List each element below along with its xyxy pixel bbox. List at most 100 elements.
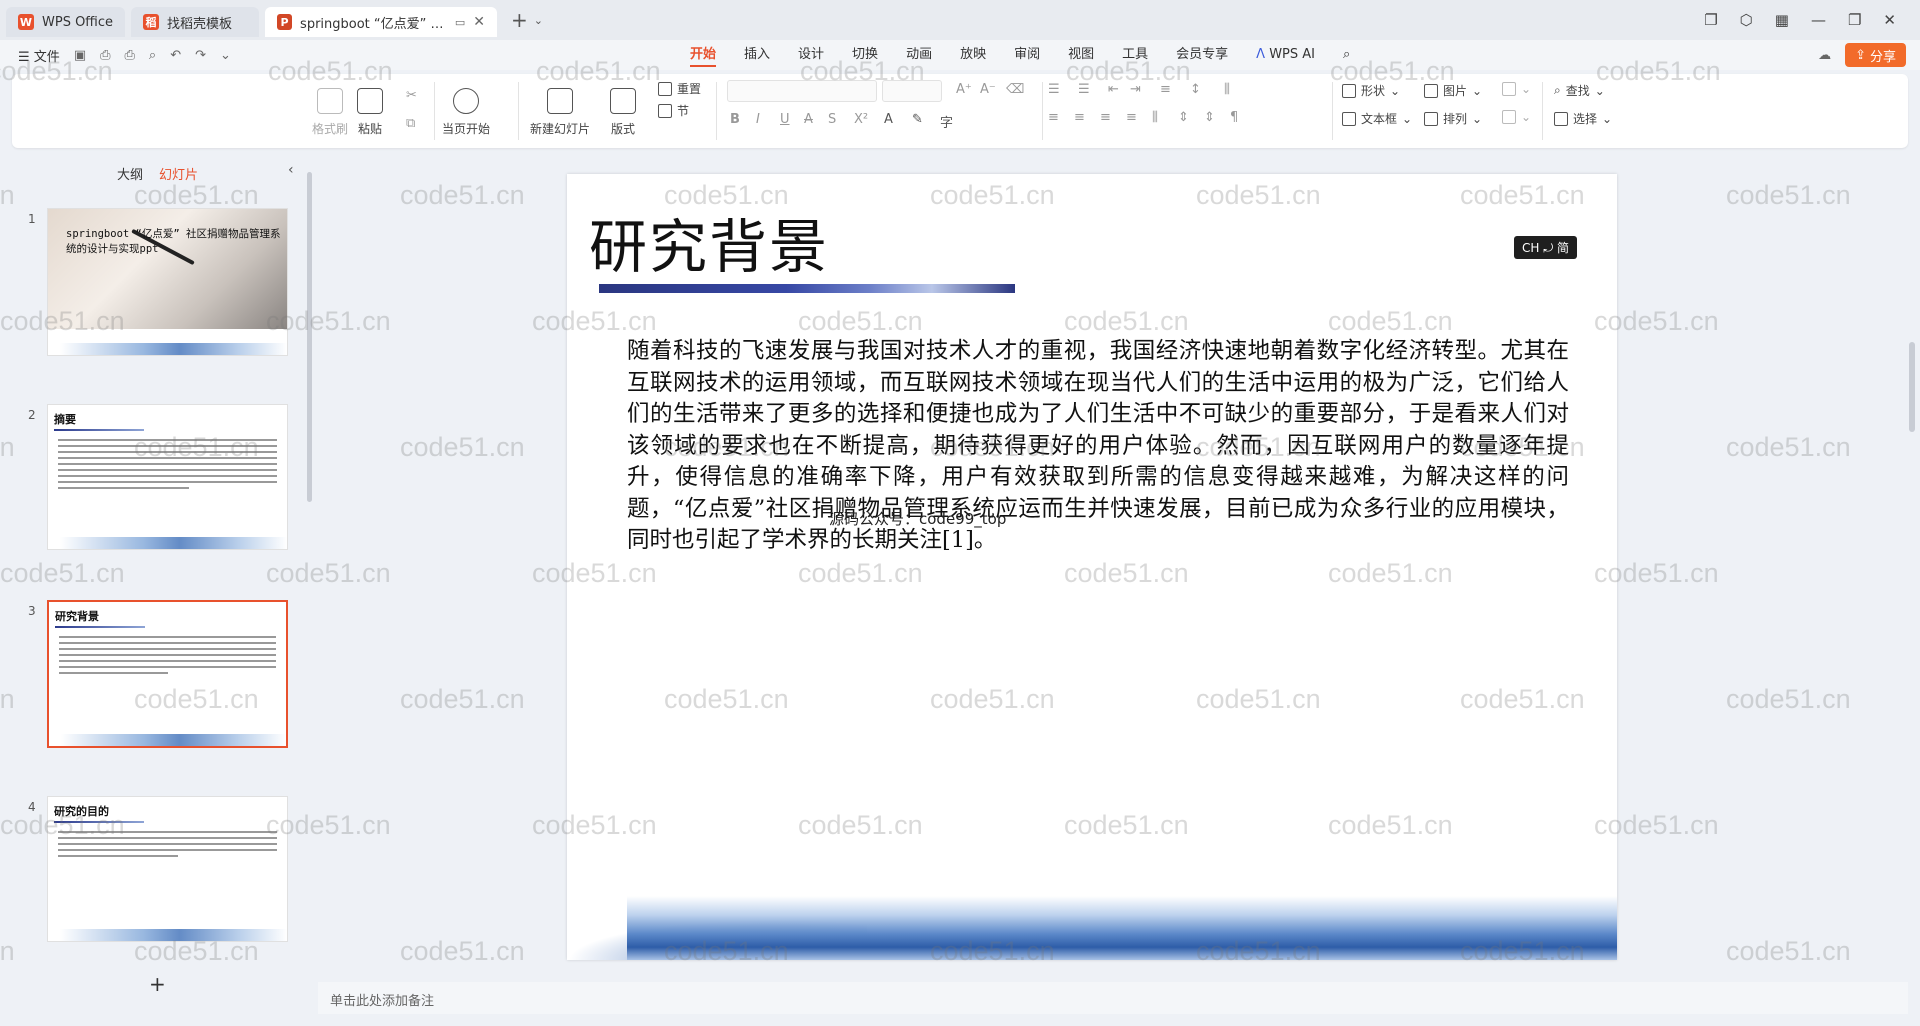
shadow-icon[interactable]: S bbox=[828, 112, 836, 127]
wps-ai-button[interactable]: Λ WPS AI bbox=[1242, 40, 1329, 70]
slide-title[interactable]: 研究背景 bbox=[589, 200, 829, 284]
chevron-down-icon[interactable]: ⌄ bbox=[220, 48, 231, 63]
shrink-font-icon[interactable]: A⁻ bbox=[980, 82, 996, 97]
slide-thumbnail-3[interactable]: 研究背景 bbox=[47, 600, 288, 748]
tab-view[interactable]: 视图 bbox=[1054, 40, 1108, 70]
close-window-icon[interactable]: ✕ bbox=[1883, 11, 1896, 29]
tab-membership[interactable]: 会员专享 bbox=[1162, 40, 1242, 70]
minimize-icon[interactable]: — bbox=[1811, 11, 1826, 29]
tab-insert[interactable]: 插入 bbox=[730, 40, 784, 70]
numbering-icon[interactable]: ☰ bbox=[1078, 82, 1090, 97]
shape-button[interactable]: 形状 ⌄ bbox=[1342, 82, 1400, 99]
avatar[interactable]: ▦ bbox=[1775, 11, 1789, 29]
decrease-indent-icon[interactable]: ⇤ bbox=[1108, 82, 1119, 97]
arrange-button[interactable]: 排列 ⌄ bbox=[1424, 110, 1482, 127]
window-icon[interactable]: ▭ bbox=[455, 16, 465, 29]
align-center-icon[interactable]: ≡ bbox=[1074, 110, 1085, 125]
chevron-down-icon[interactable]: ⌄ bbox=[534, 14, 543, 27]
chevron-left-icon[interactable]: ‹ bbox=[288, 162, 294, 178]
paragraph-icon[interactable]: ¶ bbox=[1230, 110, 1238, 125]
search-icon[interactable]: ⌕ bbox=[1329, 40, 1364, 70]
thumbnails-scrollbar[interactable] bbox=[307, 172, 312, 502]
file-menu[interactable]: ☰ 文件 bbox=[18, 46, 60, 65]
paragraph-spacing-icon[interactable]: ⇕ bbox=[1204, 110, 1215, 125]
vertical-scrollbar[interactable] bbox=[1908, 152, 1916, 980]
redo-icon[interactable]: ↷ bbox=[195, 48, 206, 63]
new-slide-button[interactable]: 新建幻灯片 bbox=[530, 88, 590, 137]
notes-field[interactable]: 单击此处添加备注 bbox=[318, 982, 1908, 1014]
tab-slideshow[interactable]: 放映 bbox=[946, 40, 1000, 70]
reset-label: 重置 bbox=[677, 82, 702, 96]
bullets-icon[interactable]: ☰ bbox=[1048, 82, 1060, 97]
clear-format-icon[interactable]: ⌫ bbox=[1006, 82, 1024, 97]
textbox-icon bbox=[1342, 111, 1356, 126]
close-icon[interactable]: ✕ bbox=[473, 14, 485, 30]
play-current-button[interactable]: 当页开始 bbox=[442, 88, 490, 137]
align-right-icon[interactable]: ≡ bbox=[1100, 110, 1111, 125]
restore-icon[interactable]: ❐ bbox=[1848, 11, 1861, 29]
layout-icon[interactable]: ❐ bbox=[1704, 11, 1717, 29]
distribute-icon[interactable]: ⫼ bbox=[1152, 110, 1158, 125]
font-family-select[interactable] bbox=[727, 80, 877, 102]
export-icon[interactable]: ⎙ bbox=[100, 48, 110, 63]
new-tab-button[interactable]: + bbox=[511, 8, 528, 32]
save-icon[interactable]: ▣ bbox=[74, 48, 86, 63]
strikethrough-icon[interactable]: A bbox=[804, 112, 813, 127]
title-underline-decoration bbox=[599, 284, 1015, 293]
tab-design[interactable]: 设计 bbox=[784, 40, 838, 70]
font-color-icon[interactable]: A bbox=[884, 112, 893, 127]
print-preview-icon[interactable]: ⌕ bbox=[149, 48, 156, 63]
bold-icon[interactable]: B bbox=[730, 112, 740, 127]
justify-icon[interactable]: ≡ bbox=[1126, 110, 1137, 125]
add-slide-button[interactable]: + bbox=[149, 972, 166, 996]
font-size-select[interactable] bbox=[882, 80, 942, 102]
copy-icon[interactable]: ⧉ bbox=[406, 116, 415, 131]
tab-animation[interactable]: 动画 bbox=[892, 40, 946, 70]
select-button[interactable]: 选择 ⌄ bbox=[1554, 110, 1612, 127]
cut-icon[interactable]: ✂ bbox=[406, 88, 417, 103]
layout-button[interactable]: 版式 bbox=[610, 88, 636, 137]
text-direction-icon[interactable]: ≡ bbox=[1160, 82, 1171, 97]
slide-thumbnail-4[interactable]: 研究的目的 bbox=[47, 796, 288, 942]
outline-button[interactable]: ⌄ bbox=[1502, 110, 1531, 124]
tab-transition[interactable]: 切换 bbox=[838, 40, 892, 70]
fill-button[interactable]: ⌄ bbox=[1502, 82, 1531, 96]
section-button[interactable]: 节 bbox=[658, 102, 689, 119]
columns-icon[interactable]: ⫼ bbox=[1224, 82, 1230, 97]
underline-icon[interactable]: U bbox=[780, 112, 790, 127]
share-button[interactable]: ⇪ 分享 bbox=[1845, 43, 1906, 67]
tab-wps-office[interactable]: W WPS Office bbox=[6, 7, 126, 37]
increase-indent-icon[interactable]: ⇥ bbox=[1130, 82, 1141, 97]
slide-body-text[interactable]: 随着科技的飞速发展与我国对技术人才的重视，我国经济快速地朝着数字化经济转型。尤其… bbox=[627, 336, 1569, 557]
italic-icon[interactable]: I bbox=[756, 112, 760, 127]
textbox-button[interactable]: 文本框 ⌄ bbox=[1342, 110, 1412, 127]
undo-icon[interactable]: ↶ bbox=[170, 48, 181, 63]
tab-template[interactable]: 稻 找稻壳模板 bbox=[131, 7, 260, 37]
slide-thumbnail-2[interactable]: 摘要 bbox=[47, 404, 288, 550]
print-icon[interactable]: ⎙ bbox=[125, 48, 135, 63]
cloud-upload-icon[interactable]: ☁ bbox=[1818, 48, 1831, 63]
valign-icon[interactable]: ⇕ bbox=[1178, 110, 1189, 125]
tab-document[interactable]: P springboot “亿点爱” 社区 ▭ ✕ bbox=[265, 7, 498, 37]
tab-slides[interactable]: 幻灯片 bbox=[159, 164, 198, 183]
tab-home[interactable]: 开始 bbox=[676, 40, 730, 70]
reset-button[interactable]: 重置 bbox=[658, 80, 701, 97]
tab-tools[interactable]: 工具 bbox=[1108, 40, 1162, 70]
picture-button[interactable]: 图片 ⌄ bbox=[1424, 82, 1482, 99]
thumbnail-text-lines bbox=[48, 431, 287, 501]
line-spacing-icon[interactable]: ↕ bbox=[1190, 82, 1201, 97]
current-slide[interactable]: 研究背景 随着科技的飞速发展与我国对技术人才的重视，我国经济快速地朝着数字化经济… bbox=[567, 174, 1617, 960]
grow-font-icon[interactable]: A⁺ bbox=[956, 82, 972, 97]
slide-thumbnail-1[interactable]: springboot “亿点爱” 社区捐赠物品管理系统的设计与实现ppt bbox=[47, 208, 288, 356]
superscript-icon[interactable]: X² bbox=[854, 112, 868, 127]
align-left-icon[interactable]: ≡ bbox=[1048, 110, 1059, 125]
paste-button[interactable]: 粘贴 bbox=[357, 88, 383, 137]
ime-indicator[interactable]: CH ⤾ 简 bbox=[1514, 236, 1578, 259]
highlight-icon[interactable]: ✎ bbox=[912, 112, 923, 127]
cube-icon[interactable]: ⬡ bbox=[1740, 11, 1753, 29]
format-painter-button[interactable]: 格式刷 bbox=[312, 88, 348, 137]
tab-outline[interactable]: 大纲 bbox=[117, 164, 143, 183]
char-spacing-icon[interactable]: 字 bbox=[940, 112, 953, 131]
tab-review[interactable]: 审阅 bbox=[1000, 40, 1054, 70]
find-button[interactable]: ⌕ 查找 ⌄ bbox=[1554, 82, 1605, 99]
